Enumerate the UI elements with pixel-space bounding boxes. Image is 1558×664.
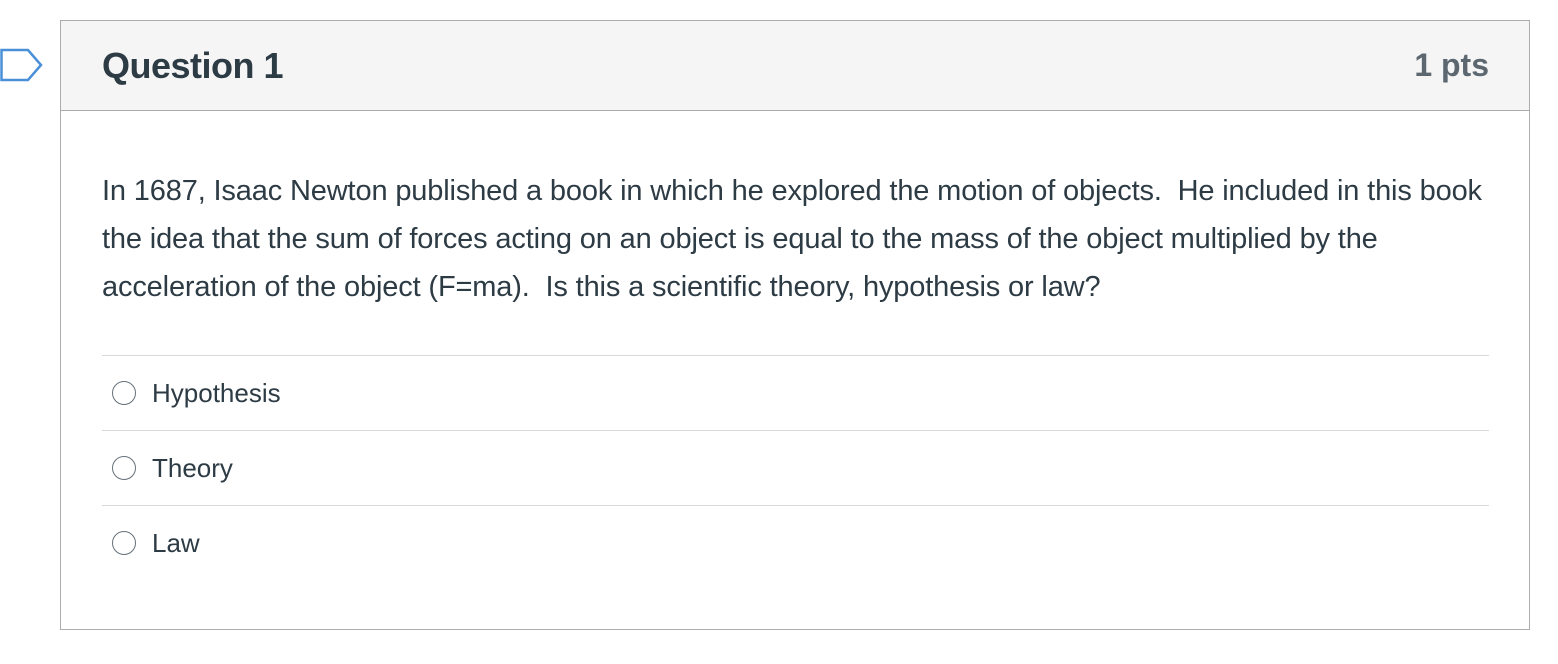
question-card: Question 1 1 pts In 1687, Isaac Newton p… [60, 20, 1530, 630]
question-header: Question 1 1 pts [61, 21, 1529, 111]
radio-button[interactable] [112, 531, 136, 555]
answer-option-theory[interactable]: Theory [102, 430, 1489, 505]
radio-button[interactable] [112, 456, 136, 480]
question-title: Question 1 [102, 44, 284, 86]
answer-label: Hypothesis [152, 377, 281, 408]
answer-label: Law [152, 527, 200, 558]
answer-option-law[interactable]: Law [102, 505, 1489, 580]
answer-label: Theory [152, 452, 233, 483]
flag-question-icon[interactable] [0, 46, 44, 86]
question-points: 1 pts [1414, 47, 1489, 83]
question-body: In 1687, Isaac Newton published a book i… [61, 111, 1529, 580]
answer-option-hypothesis[interactable]: Hypothesis [102, 355, 1489, 430]
radio-button[interactable] [112, 381, 136, 405]
quiz-page: Question 1 1 pts In 1687, Isaac Newton p… [0, 0, 1558, 664]
answer-list: Hypothesis Theory Law [102, 355, 1489, 580]
question-text: In 1687, Isaac Newton published a book i… [102, 175, 1490, 303]
